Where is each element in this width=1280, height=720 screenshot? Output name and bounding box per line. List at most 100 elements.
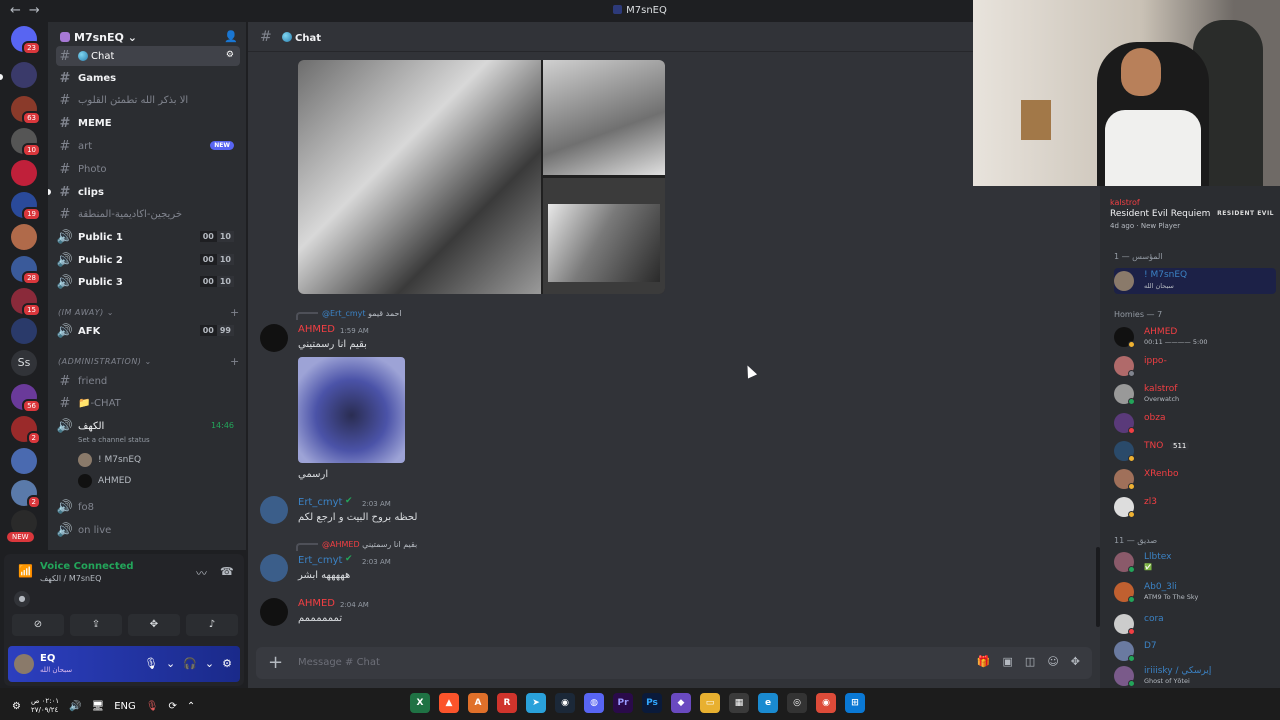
chevron-up-icon[interactable]: ⌃ [187, 701, 195, 712]
member-item[interactable]: Llbtex ✅ [1114, 552, 1274, 574]
store-icon[interactable]: ▦ [729, 693, 749, 713]
avatar[interactable] [260, 496, 288, 524]
server-icon[interactable] [11, 62, 37, 88]
avatar[interactable] [260, 324, 288, 352]
channel-games[interactable]: # Games [56, 68, 240, 88]
member-item[interactable]: zl3 [1114, 497, 1274, 519]
brave-icon[interactable]: ▲ [439, 693, 459, 713]
reply-preview[interactable]: @AHMED بقيم انا رسمتيني [296, 540, 417, 551]
voice-channel-afk[interactable]: 🔊 AFK 00 99 [56, 321, 240, 341]
settings-icon[interactable]: ⚙ [222, 657, 232, 670]
premiere-icon[interactable]: Pr [613, 693, 633, 713]
image-attachment[interactable] [298, 60, 665, 294]
emoji-icon[interactable]: ☺ [1047, 655, 1058, 668]
chevron-down-icon[interactable]: ⌄ [205, 657, 214, 670]
sync-icon[interactable]: ⟳ [169, 701, 177, 712]
member-item[interactable]: cora [1114, 614, 1274, 636]
server-icon[interactable] [11, 448, 37, 474]
server-icon[interactable] [11, 224, 37, 250]
drawing-image[interactable] [298, 60, 541, 294]
camera-button[interactable]: ⊘ [12, 614, 64, 636]
server-icon[interactable]: 63 [11, 96, 41, 125]
message-author[interactable]: Ert_cmyt [298, 555, 342, 566]
server-icon[interactable]: 15 [11, 288, 41, 317]
obs-icon[interactable]: ◎ [787, 693, 807, 713]
member-item[interactable]: ippo- [1114, 356, 1274, 378]
channel-clips[interactable]: # clips [56, 182, 240, 202]
gift-icon[interactable]: 🎁 [977, 655, 991, 668]
folder-icon[interactable]: ▭ [700, 693, 720, 713]
add-channel-icon[interactable]: + [230, 355, 240, 368]
message-author[interactable]: Ert_cmyt [298, 497, 342, 508]
channel-status[interactable]: Set a channel status [78, 436, 150, 444]
user-avatar[interactable] [14, 654, 34, 674]
member-item[interactable]: obza [1114, 413, 1274, 435]
telegram-icon[interactable]: ➤ [526, 693, 546, 713]
server-icon[interactable] [11, 318, 37, 344]
noise-suppression-icon[interactable]: 〰 [196, 565, 207, 581]
server-icon[interactable] [11, 160, 37, 186]
gif-icon[interactable]: ▣ [1003, 655, 1013, 668]
steam-icon[interactable]: ◉ [555, 693, 575, 713]
member-owner[interactable]: ! M7snEQ سبحان الله [1114, 268, 1276, 294]
voice-user[interactable]: ! M7snEQ [78, 453, 141, 467]
voice-channel-fo8[interactable]: 🔊 fo8 [56, 497, 240, 517]
sticker-icon[interactable]: ◫ [1025, 655, 1035, 668]
add-user-icon[interactable]: 👤 [224, 30, 238, 43]
server-icon[interactable]: Ss [11, 350, 37, 376]
add-channel-icon[interactable]: + [230, 306, 240, 319]
chrome-icon[interactable]: ◉ [816, 693, 836, 713]
channel-admin-chat[interactable]: # 📁 -CHAT [56, 393, 240, 413]
windows-icon[interactable]: ⊞ [845, 693, 865, 713]
edge-icon[interactable]: e [758, 693, 778, 713]
cat-image[interactable] [298, 357, 405, 463]
member-item[interactable]: XRenbo [1114, 469, 1274, 491]
server-icon[interactable]: 19 [11, 192, 41, 221]
drawing-image[interactable] [543, 60, 665, 175]
reply-preview[interactable]: @Ert_cmyt احمد قيمو [296, 309, 402, 320]
user-panel[interactable]: EQ سبحان الله 🎙 ⌄ 🎧 ⌄ ⚙ [8, 646, 240, 682]
chevron-down-icon[interactable]: ⌄ [166, 657, 175, 670]
message-author[interactable]: AHMED [298, 324, 335, 335]
server-icon[interactable]: 2 [11, 480, 41, 509]
voice-user[interactable]: AHMED [78, 474, 131, 488]
app-icon[interactable]: ◆ [671, 693, 691, 713]
soundboard-button[interactable]: ♪ [186, 614, 238, 636]
drawing-image[interactable] [543, 178, 665, 294]
server-icon[interactable]: 10 [11, 128, 41, 157]
member-item[interactable]: TNO 511 [1114, 441, 1274, 463]
channel-meme[interactable]: # MEME [56, 113, 240, 133]
member-item[interactable]: AHMED 00:11 ———— 5:00 [1114, 327, 1274, 349]
channel-chat[interactable]: # Chat ⚙ [56, 46, 240, 66]
settings-icon[interactable]: ⚙ [12, 701, 21, 712]
voice-connected-label[interactable]: Voice Connected [40, 561, 134, 572]
mic-icon[interactable]: 🎙 [144, 657, 158, 670]
channel-dhikr[interactable]: # ألا بذكر الله تطمئن القلوب [56, 90, 240, 110]
member-item[interactable]: Ab0_3li ATM9 To The Sky [1114, 582, 1274, 604]
message-composer[interactable]: + Message # Chat 🎁 ▣ ◫ ☺ ✥ [256, 647, 1092, 679]
add-attachment-icon[interactable]: + [268, 652, 283, 673]
app-icon[interactable]: R [497, 693, 517, 713]
activities-button[interactable]: ✥ [128, 614, 180, 636]
photoshop-icon[interactable]: Ps [642, 693, 662, 713]
voice-channel-cave[interactable]: 🔊 الكهف 14:46 [56, 416, 240, 436]
avatar[interactable] [260, 598, 288, 626]
mic-icon[interactable]: 🎙 [146, 701, 159, 712]
settings-icon[interactable]: ⚙ [226, 50, 234, 60]
headphones-icon[interactable]: 🎧 [183, 657, 197, 670]
message-author[interactable]: AHMED [298, 598, 335, 609]
app-icon[interactable]: A [468, 693, 488, 713]
channel-art[interactable]: # art NEW [56, 136, 240, 156]
discord-icon[interactable]: ◍ [584, 693, 604, 713]
voice-location[interactable]: الكهف / M7snEQ [40, 574, 101, 583]
network-icon[interactable]: 🖥 [92, 701, 105, 712]
category-im-away[interactable]: (IM AWAY) ⌄ + [58, 306, 239, 319]
clock[interactable]: ٠٢:٠١ ص ٢٧/٠٩/٢٤ [31, 697, 59, 715]
avatar[interactable] [260, 554, 288, 582]
member-item[interactable]: iriiisky / إيرسكي Ghost of Yōtei [1114, 666, 1274, 688]
volume-icon[interactable]: 🔊 [69, 701, 81, 712]
message-input[interactable]: Message # Chat [298, 657, 380, 668]
language-indicator[interactable]: ENG [114, 701, 136, 712]
disconnect-icon[interactable]: ☎ [220, 565, 234, 578]
channel-graduates[interactable]: # خريجين-اكاديمية-المنطقة [56, 204, 240, 224]
